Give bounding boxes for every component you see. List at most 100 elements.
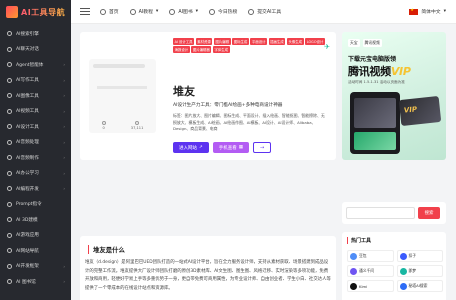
- tool-card: 0 37,111 AI 设计工具 素材资源 图片编辑 图标生成 平面设计 插画生成 头像生成…: [80, 32, 336, 160]
- heart-icon: [101, 121, 106, 125]
- chevron-right-icon: ›: [63, 93, 65, 99]
- top-nav-link[interactable]: 首页: [100, 8, 119, 15]
- top-nav-link[interactable]: AI教程 ▾: [129, 8, 159, 15]
- category-icon: [7, 62, 12, 68]
- hot-tools-title: 热门工具: [347, 237, 371, 244]
- top-nav-link[interactable]: 今日热榜: [209, 8, 237, 15]
- tool-logo-icon: [350, 252, 357, 260]
- sidebar-item[interactable]: Prompt指令: [0, 197, 71, 213]
- search-button[interactable]: 搜索: [418, 207, 440, 219]
- sidebar-item-label: Agent智能体: [16, 62, 44, 68]
- hot-tool-item[interactable]: 通义千问: [347, 265, 394, 277]
- tool-tag[interactable]: 图片编辑: [213, 38, 231, 45]
- sidebar-item[interactable]: AI图像工具 ›: [0, 88, 71, 104]
- top-nav-link[interactable]: 提交AI工具: [248, 8, 281, 15]
- tool-tag[interactable]: 字体生成: [212, 46, 230, 53]
- paper-plane-icon: ✈: [324, 43, 330, 51]
- likes-stat[interactable]: 0: [101, 121, 106, 130]
- sidebar-item[interactable]: AI音频制作 ›: [0, 150, 71, 166]
- sidebar-item-label: AI音频制作: [16, 155, 39, 161]
- tool-tag[interactable]: LOGO设计: [305, 38, 325, 45]
- top-nav-link[interactable]: AI图书 ▾: [169, 8, 198, 15]
- search-input[interactable]: [346, 207, 415, 219]
- promo-fineprint: 活动时间 1.5-1.31 活动以页面为准: [348, 80, 405, 84]
- tool-tags: AI 设计工具 素材资源 图片编辑 图标生成 平面设计 插画生成 头像生成 LOGO设计海报设…: [173, 38, 330, 53]
- menu-toggle-icon[interactable]: [80, 8, 90, 15]
- tool-keywords: 标签：图片放大、图片编辑、图标生成、平面设计、插入绘画、智能抠图、智能擦除、无损…: [173, 113, 325, 131]
- tool-logo-icon: [399, 267, 407, 275]
- sidebar-item[interactable]: AI编程开发 ›: [0, 181, 71, 197]
- sidebar-item-label: AI音频处理: [16, 140, 39, 146]
- site-logo[interactable]: AI工具导航: [0, 0, 71, 24]
- category-icon: [7, 170, 12, 176]
- category-icon: [7, 124, 12, 130]
- more-button[interactable]: →: [253, 142, 272, 153]
- promo-title-text: 腾讯视频: [348, 65, 391, 78]
- category-icon: [7, 232, 12, 238]
- logo-icon: [6, 6, 18, 18]
- chevron-right-icon: ›: [63, 186, 65, 192]
- hot-tool-label: 秘塔AI搜索: [408, 283, 428, 288]
- sidebar-item[interactable]: AI音频处理 ›: [0, 135, 71, 151]
- category-icon: [7, 31, 12, 37]
- tool-description: AI设计生产力工具：零门槛AI绘画+多种电商设计神器: [173, 103, 283, 108]
- visit-website-button[interactable]: 进入网站 ↗: [173, 142, 209, 153]
- promo-vip-card: VIP: [398, 95, 442, 127]
- thumbnail-header: [93, 64, 145, 68]
- hot-tool-label: 通义千问: [359, 268, 375, 273]
- category-icon: [7, 217, 12, 223]
- hot-tool-item[interactable]: 豆包: [347, 250, 394, 262]
- sidebar-item[interactable]: AI搜索引擎: [0, 26, 71, 42]
- mobile-view-button[interactable]: 手机查看 ▦: [212, 142, 250, 153]
- top-nav-label: 今日热榜: [218, 10, 238, 15]
- top-nav-label: 首页: [109, 10, 119, 15]
- visit-website-label: 进入网站: [179, 145, 197, 151]
- sidebar-item[interactable]: AI设计工具 ›: [0, 119, 71, 135]
- sidebar-item[interactable]: Agent智能体 ›: [0, 57, 71, 73]
- tool-tag[interactable]: 图标生成: [232, 38, 249, 45]
- hot-tool-item[interactable]: 即梦: [396, 265, 443, 277]
- sidebar-item[interactable]: AI游戏应用: [0, 228, 71, 244]
- chevron-right-icon: ›: [63, 139, 65, 145]
- chevron-down-icon: ▾: [195, 9, 199, 14]
- hot-tool-label: 即梦: [408, 268, 417, 273]
- sidebar-search: 搜索: [342, 202, 446, 224]
- sidebar-item-label: Prompt指令: [16, 202, 42, 208]
- category-icon: [7, 186, 12, 192]
- thumbnail-content: [97, 86, 147, 89]
- chevron-right-icon: ›: [63, 62, 65, 68]
- tool-thumbnail[interactable]: 0 37,111: [89, 59, 156, 133]
- article-body: 堆友（d.design）是阿里巴巴UED团队打造的一站式AI设计平台，旨在全力服…: [85, 260, 331, 291]
- tool-tag[interactable]: AI 设计工具: [173, 38, 195, 45]
- tool-tag[interactable]: 头像生成: [286, 38, 304, 45]
- hot-tool-item[interactable]: 秘塔AI搜索: [396, 280, 443, 292]
- hot-tool-item[interactable]: Kimi: [347, 280, 394, 292]
- top-bar: 首页 AI教程▾ AI图书▾ 今日热榜 提交AI工具 简体中文 ▾: [71, 0, 456, 24]
- tool-tag[interactable]: 平面设计: [250, 38, 268, 45]
- sidebar-item-label: AI设计工具: [16, 124, 39, 130]
- sidebar-item[interactable]: AI网站导航: [0, 243, 71, 259]
- sidebar: AI工具导航 AI搜索引擎 AI聊天对话 Agent智能体 › AI写作工具 › AI图像工…: [0, 0, 71, 300]
- sidebar-item[interactable]: AI聊天对话: [0, 42, 71, 58]
- sidebar-item-label: AI办公学习: [16, 171, 39, 177]
- eye-icon: [135, 121, 140, 125]
- sidebar-item[interactable]: AI视频工具 ›: [0, 104, 71, 120]
- sidebar-item[interactable]: AI办公学习 ›: [0, 166, 71, 182]
- chevron-right-icon: ›: [63, 108, 65, 114]
- home-icon: [100, 8, 106, 15]
- tool-tag[interactable]: 海报设计: [173, 46, 190, 53]
- tool-tag[interactable]: 图片编辑器: [191, 46, 212, 53]
- tool-tag[interactable]: 素材资源: [195, 38, 213, 45]
- sidebar-item[interactable]: AI开发框架 ›: [0, 259, 71, 275]
- chevron-right-icon: ›: [63, 124, 65, 130]
- language-switcher[interactable]: 简体中文 ▾: [409, 7, 446, 15]
- category-icon: [7, 248, 12, 254]
- sidebar-item[interactable]: AI 图书馆 ›: [0, 274, 71, 290]
- fire-icon: [209, 8, 216, 15]
- tool-tag[interactable]: 插画生成: [268, 38, 286, 45]
- sidebar-item[interactable]: AI写作工具 ›: [0, 73, 71, 89]
- sidebar-item[interactable]: AI 3D建模: [0, 212, 71, 228]
- hot-tool-item[interactable]: 扣子: [396, 250, 443, 262]
- chevron-down-icon: ▾: [155, 9, 159, 14]
- promo-banner[interactable]: 天宝 腾讯视频 下载元宝电脑版领 腾讯视频VIP 活动时间 1.5-1.31 活…: [342, 32, 446, 160]
